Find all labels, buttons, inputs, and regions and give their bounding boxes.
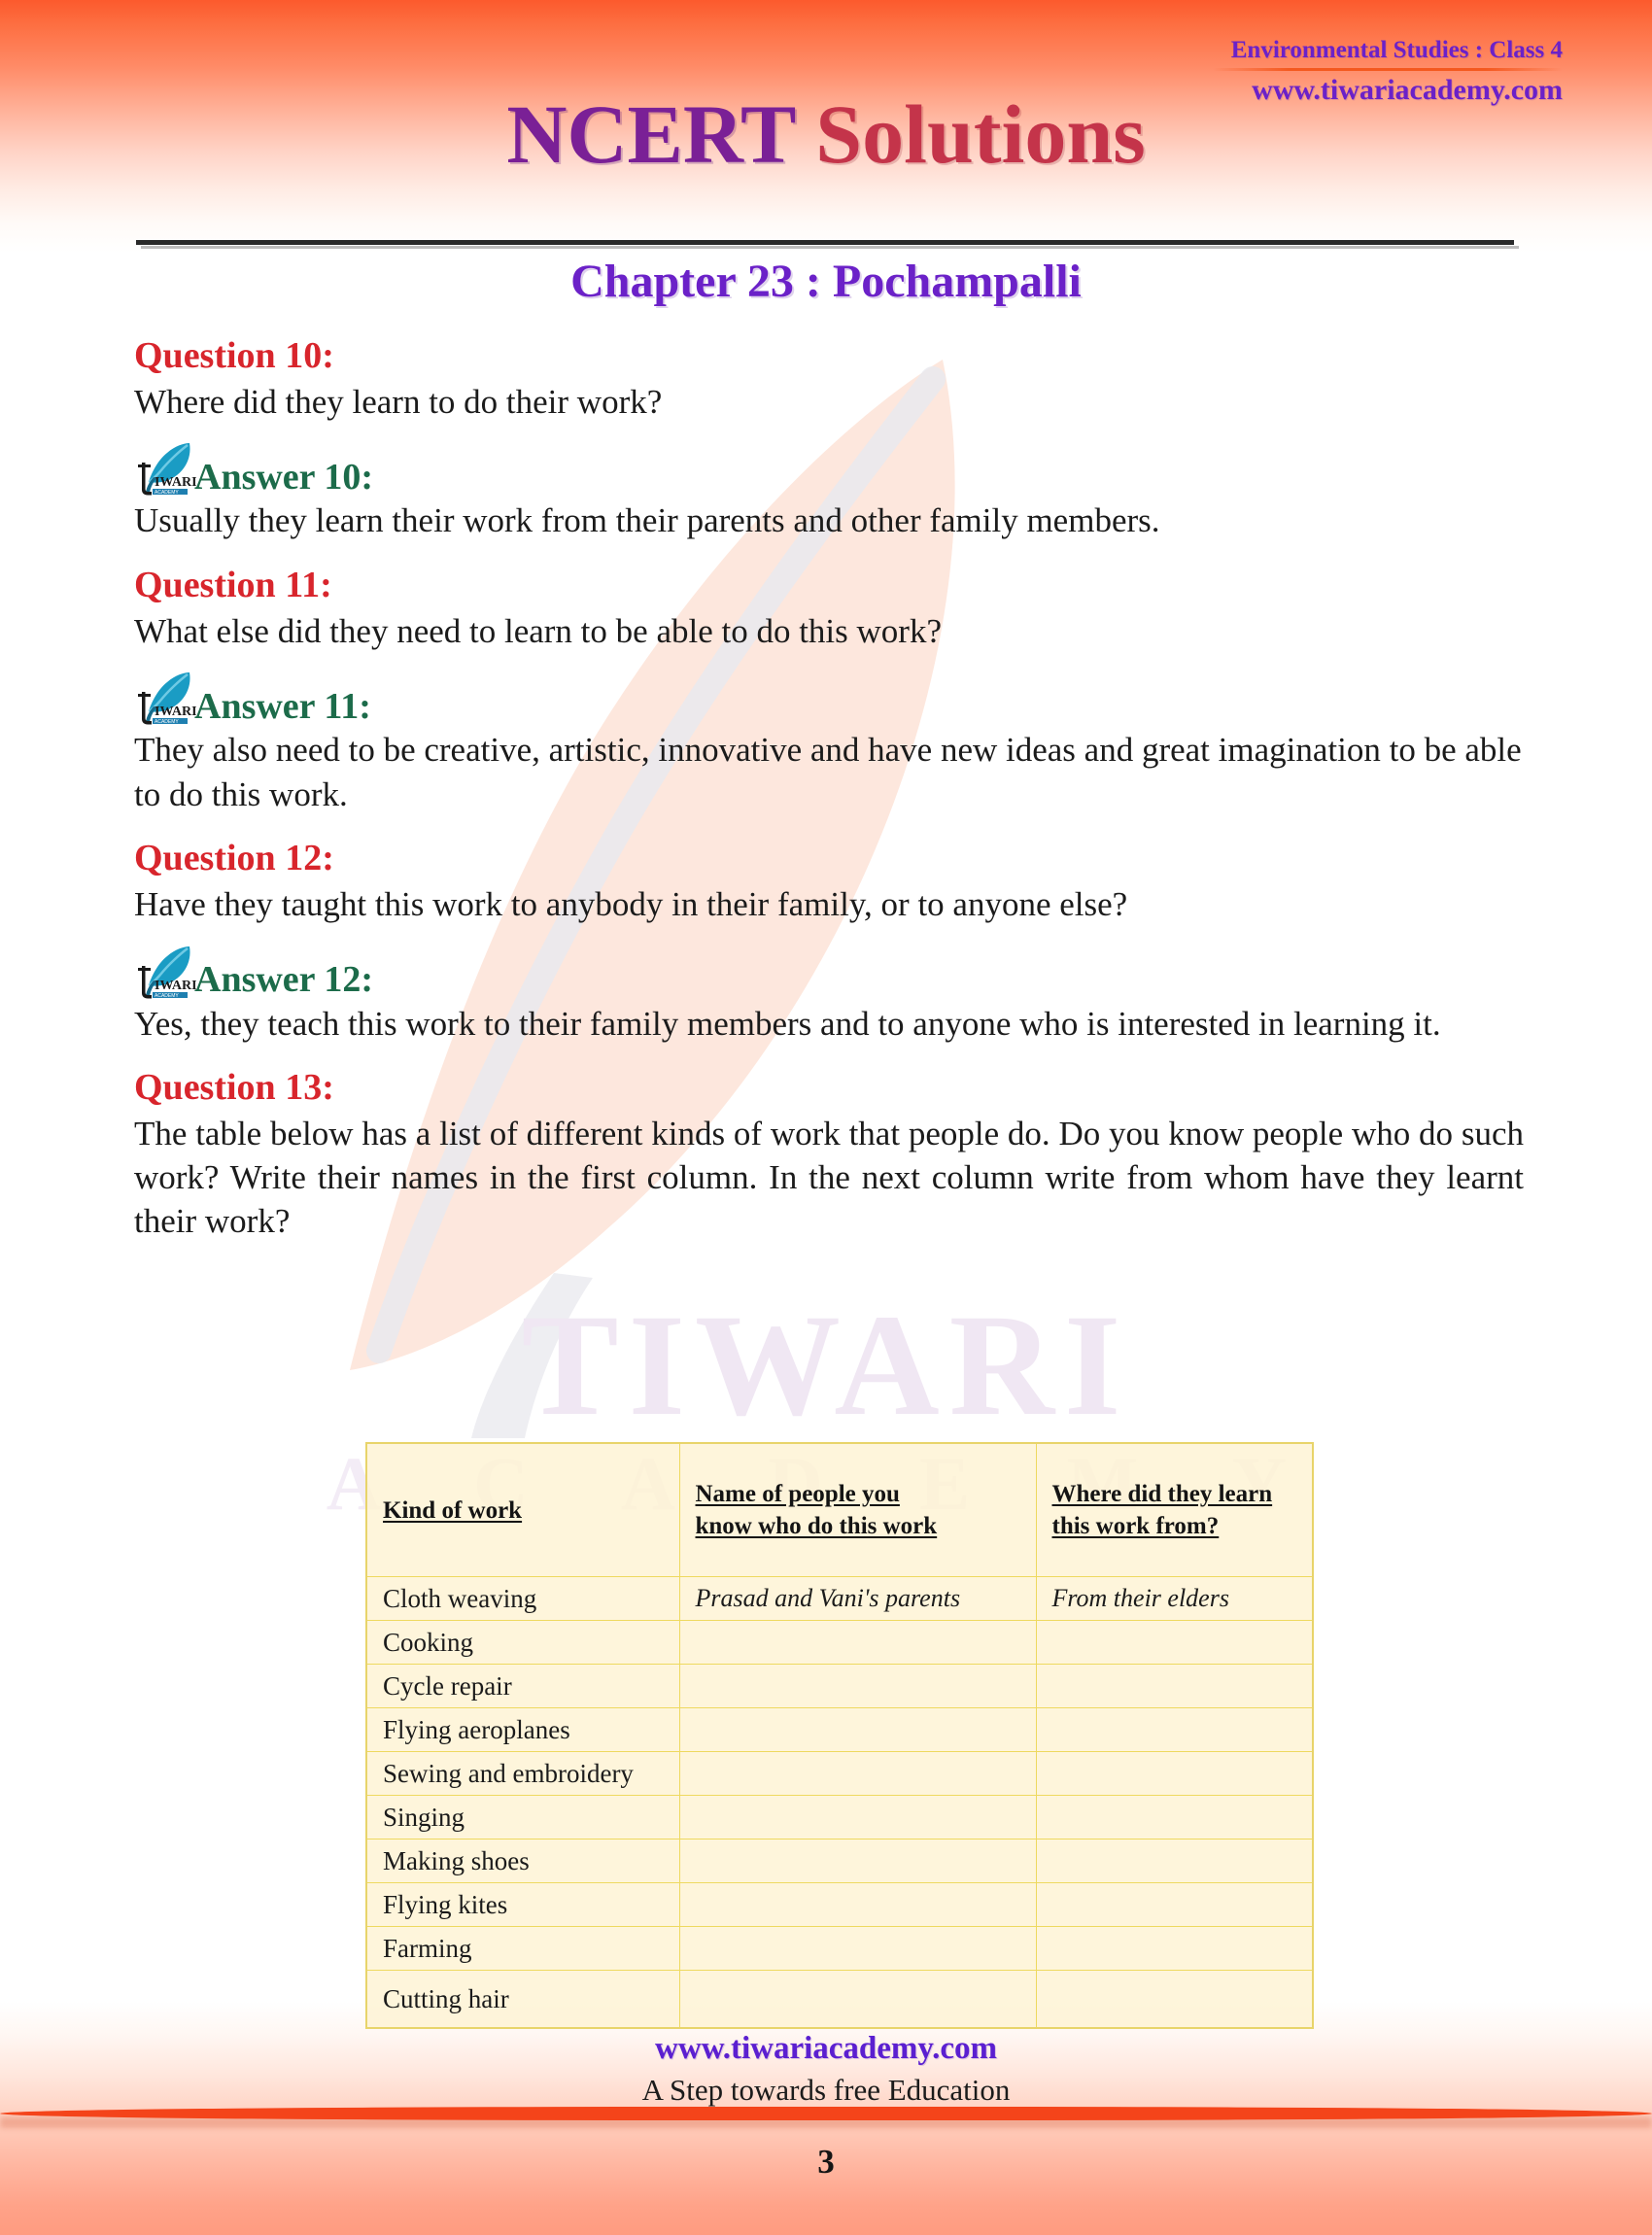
col-header-kind-line1: Kind of work [383,1496,523,1524]
page-number: 3 [817,2143,835,2181]
cell-where[interactable] [1035,1839,1314,1883]
title-rule-shadow [141,246,1519,249]
cell-who[interactable] [678,1970,1037,2029]
title-rule [136,240,1514,245]
col-header-name-line2: know who do this work [695,1513,938,1539]
page-footer: www.tiwariacademy.com A Step towards fre… [0,2031,1652,2110]
cell-who[interactable] [678,1882,1037,1927]
question-13-text: The table below has a list of different … [134,1115,1524,1240]
table-row: Cycle repair [365,1664,1314,1708]
tiwari-academy-logo-icon: IWARI ACADEMY [134,940,196,1000]
question-11-text: What else did they need to learn to be a… [134,611,942,650]
cell-who[interactable] [678,1795,1037,1840]
cell-where[interactable] [1035,1664,1314,1708]
table-row: Flying kites [365,1882,1314,1927]
cell-where[interactable] [1035,1970,1314,2029]
table-row: Singing [365,1795,1314,1840]
table-row: Cloth weaving Prasad and Vani's parents … [365,1576,1314,1621]
cell-kind: Singing [365,1795,680,1840]
page-title: NCERT Solutions [0,92,1652,176]
cell-where[interactable] [1035,1795,1314,1840]
table-row: Making shoes [365,1839,1314,1883]
cell-kind: Flying aeroplanes [365,1707,680,1752]
cell-who[interactable] [678,1751,1037,1796]
answer-10-label: Answer 10: [194,456,374,498]
work-table-head: Kind of work Name of people you know who… [365,1442,1314,1577]
subject-class-label: Environmental Studies : Class 4 [1230,37,1563,63]
watermark-line-1: TIWARI [521,1285,1131,1446]
question-10-label: Question 10: [134,335,334,376]
cell-kind: Cutting hair [365,1970,680,2029]
cell-who[interactable] [678,1707,1037,1752]
col-header-name-line1: Name of people you [695,1481,900,1507]
document-page: TIWARI A C A D E M Y Environmental Studi… [0,0,1652,2235]
cell-where[interactable]: From their elders [1035,1576,1314,1621]
question-12-label: Question 12: [134,838,334,879]
table-row: Cooking [365,1620,1314,1665]
question-13-label: Question 13: [134,1067,334,1109]
question-12-text: Have they taught this work to anybody in… [134,885,1128,924]
cell-kind: Farming [365,1926,680,1971]
col-header-where-learn: Where did they learn this work from? [1035,1442,1314,1577]
answer-12-label: Answer 12: [194,959,374,1001]
cell-kind: Cycle repair [365,1664,680,1708]
header-divider [1213,68,1563,71]
svg-text:ACADEMY: ACADEMY [155,490,179,496]
title-solutions: Solutions [815,87,1146,181]
footer-website-link[interactable]: www.tiwariacademy.com [0,2031,1652,2068]
work-table: Kind of work Name of people you know who… [365,1442,1314,2029]
col-header-where-line1: Where did they learn [1051,1481,1273,1507]
svg-text:IWARI: IWARI [155,979,196,993]
answer-12-row: IWARI ACADEMY Answer 12: [134,940,1524,1000]
work-table-wrapper: Kind of work Name of people you know who… [365,1442,1314,2029]
answer-11-text: They also need to be creative, artistic,… [134,731,1522,813]
cell-kind: Cloth weaving [365,1576,680,1621]
chapter-title: Chapter 23 : Pochampalli [570,256,1082,307]
cell-who[interactable] [678,1926,1037,1971]
title-ncert: NCERT [506,87,816,181]
answer-10-row: IWARI ACADEMY Answer 10: [134,436,1524,497]
svg-text:ACADEMY: ACADEMY [155,719,179,725]
table-row: Cutting hair [365,1970,1314,2029]
table-row: Sewing and embroidery [365,1751,1314,1796]
table-header-row: Kind of work Name of people you know who… [365,1442,1314,1577]
cell-where[interactable] [1035,1707,1314,1752]
cell-kind: Flying kites [365,1882,680,1927]
col-header-where-line2: this work from? [1051,1513,1220,1539]
cell-kind: Sewing and embroidery [365,1751,680,1796]
cell-who[interactable]: Prasad and Vani's parents [678,1576,1037,1621]
cell-kind: Cooking [365,1620,680,1665]
col-header-kind-of-work: Kind of work [365,1442,680,1577]
svg-text:IWARI: IWARI [155,475,196,490]
cell-who[interactable] [678,1664,1037,1708]
cell-where[interactable] [1035,1751,1314,1796]
answer-10-text: Usually they learn their work from their… [134,501,1160,540]
cell-where[interactable] [1035,1620,1314,1665]
answer-11-row: IWARI ACADEMY Answer 11: [134,666,1524,726]
cell-who[interactable] [678,1620,1037,1665]
cell-where[interactable] [1035,1882,1314,1927]
svg-text:IWARI: IWARI [155,705,196,719]
footer-tagline: A Step towards free Education [641,2072,1011,2107]
question-10-text: Where did they learn to do their work? [134,382,663,421]
table-row: Farming [365,1926,1314,1971]
qa-content: Question 10: Where did they learn to do … [134,335,1524,1256]
table-row: Flying aeroplanes [365,1707,1314,1752]
question-11-label: Question 11: [134,564,332,605]
answer-12-text: Yes, they teach this work to their famil… [134,1004,1441,1043]
cell-who[interactable] [678,1839,1037,1883]
tiwari-academy-logo-icon: IWARI ACADEMY [134,436,196,497]
answer-11-label: Answer 11: [194,685,371,727]
cell-where[interactable] [1035,1926,1314,1971]
col-header-name-of-people: Name of people you know who do this work [678,1442,1037,1577]
work-table-body: Cloth weaving Prasad and Vani's parents … [365,1576,1314,2029]
cell-kind: Making shoes [365,1839,680,1883]
svg-text:ACADEMY: ACADEMY [155,993,179,999]
tiwari-academy-logo-icon: IWARI ACADEMY [134,666,196,726]
